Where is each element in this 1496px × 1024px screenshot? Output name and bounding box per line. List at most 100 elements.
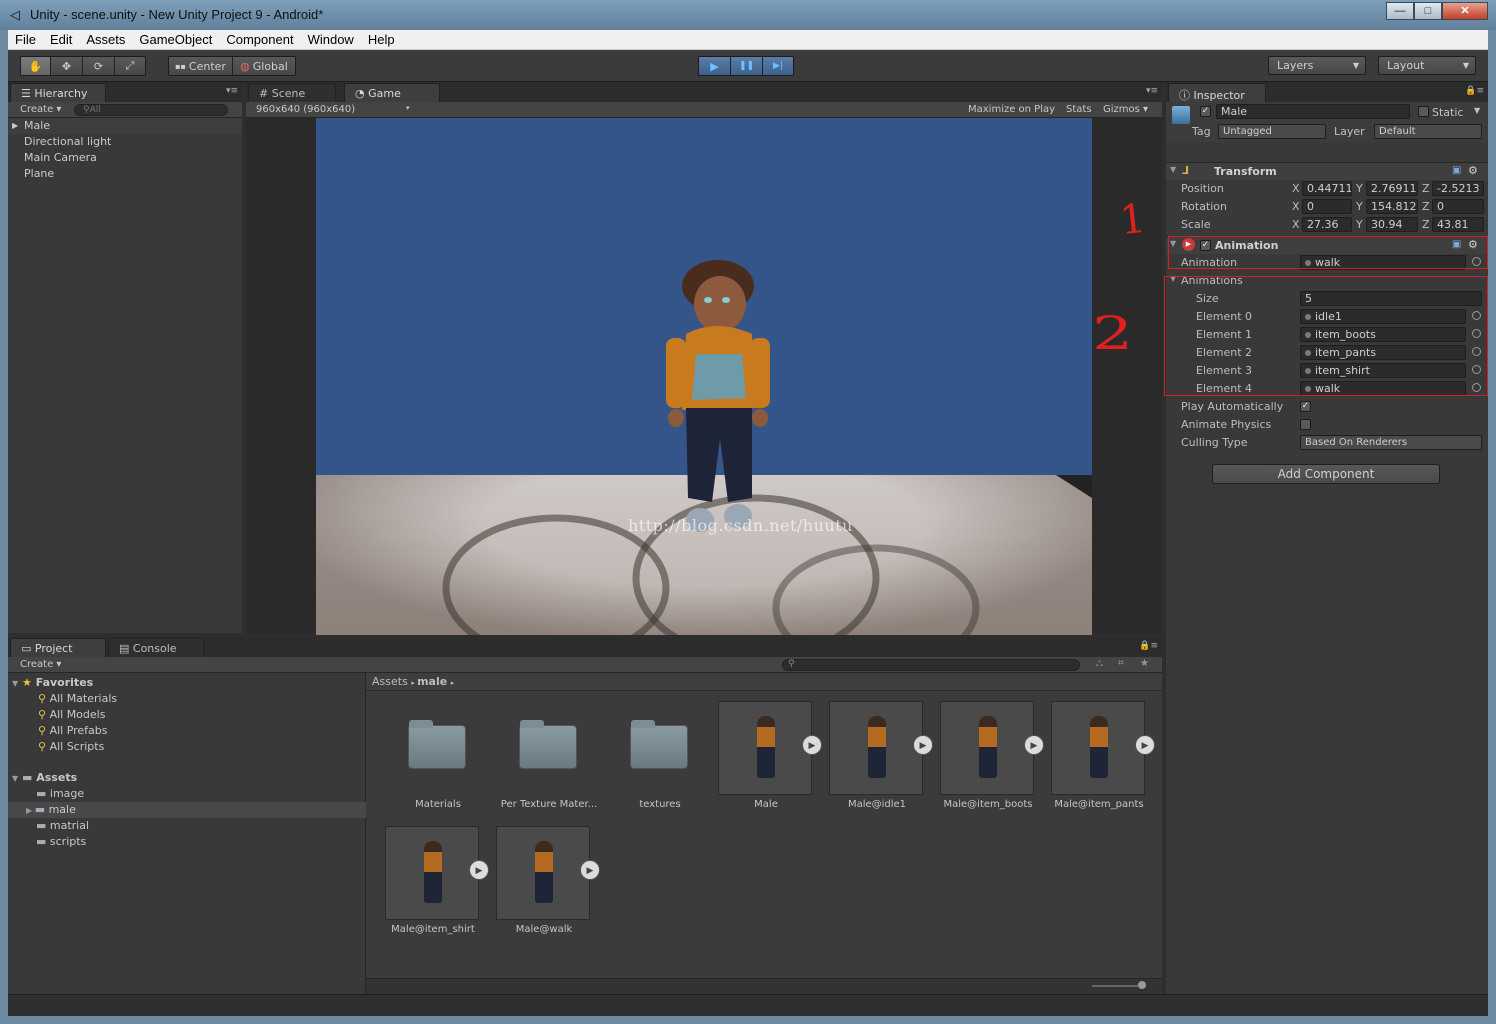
position-z-field[interactable]: -2.5213 <box>1432 181 1484 196</box>
asset-model-male-idle1[interactable]: ▶ Male@idle1 <box>829 701 940 821</box>
expand-play-icon[interactable]: ▶ <box>469 860 489 880</box>
tab-project[interactable]: ▭ Project <box>10 638 106 657</box>
menu-help[interactable]: Help <box>361 32 402 47</box>
asset-model-male[interactable]: ▶ Male <box>718 701 829 821</box>
step-button[interactable]: ▶| <box>763 57 793 75</box>
asset-folder-textures[interactable]: textures <box>612 701 723 821</box>
gizmos-dropdown[interactable]: Gizmos ▾ <box>1103 104 1148 115</box>
filter-type-icon[interactable]: ⛬ <box>1096 658 1103 669</box>
tag-dropdown[interactable]: Untagged <box>1218 124 1326 139</box>
asset-model-male-item-boots[interactable]: ▶ Male@item_boots <box>940 701 1051 821</box>
panel-menu-icon[interactable]: ▾≡ <box>226 86 238 96</box>
project-search-input[interactable]: ⚲ <box>782 659 1080 671</box>
position-x-field[interactable]: 0.44711 <box>1302 181 1352 196</box>
folder-scripts[interactable]: ▬ scripts <box>36 834 86 850</box>
asset-folder-per-texture-materials[interactable]: Per Texture Mater... <box>501 701 612 821</box>
game-viewport[interactable]: http://blog.csdn.net/huutu <box>246 118 1162 635</box>
hierarchy-item-directional-light[interactable]: Directional light <box>8 134 242 150</box>
expand-arrow-icon[interactable]: ▶ <box>12 118 18 134</box>
tab-inspector[interactable]: ⓘ Inspector <box>1168 83 1266 102</box>
animate-physics-checkbox[interactable] <box>1300 419 1311 430</box>
rotate-tool-icon[interactable]: ⟳ <box>83 57 115 75</box>
crumb-male[interactable]: male <box>417 675 447 688</box>
panel-menu-icon[interactable]: ▾≡ <box>1146 86 1158 96</box>
fav-all-materials[interactable]: ⚲ All Materials <box>38 691 117 707</box>
rotation-y-field[interactable]: 154.812 <box>1366 199 1418 214</box>
expand-play-icon[interactable]: ▶ <box>913 735 933 755</box>
tab-scene[interactable]: # Scene <box>248 83 336 102</box>
folder-image[interactable]: ▬ image <box>36 786 84 802</box>
add-component-button[interactable]: Add Component <box>1212 464 1440 484</box>
asset-folder-materials[interactable]: Materials <box>390 701 501 821</box>
menu-file[interactable]: File <box>8 32 43 47</box>
folder-matrial[interactable]: ▬ matrial <box>36 818 89 834</box>
fav-all-scripts[interactable]: ⚲ All Scripts <box>38 739 104 755</box>
menu-edit[interactable]: Edit <box>43 32 79 47</box>
maximize-on-play-toggle[interactable]: Maximize on Play <box>968 104 1055 115</box>
pivot-center-button[interactable]: ▪▪ Center <box>169 57 233 75</box>
rotation-x-field[interactable]: 0 <box>1302 199 1352 214</box>
foldout-arrow-icon[interactable]: ▼ <box>12 774 18 783</box>
create-dropdown[interactable]: Create ▾ <box>20 104 61 115</box>
menu-assets[interactable]: Assets <box>79 32 132 47</box>
resolution-dropdown[interactable]: 960x640 (960x640) ▾ <box>256 104 410 115</box>
asset-model-male-item-shirt[interactable]: ▶ Male@item_shirt <box>385 826 496 946</box>
active-checkbox[interactable]: ✓ <box>1200 106 1211 117</box>
expand-play-icon[interactable]: ▶ <box>802 735 822 755</box>
scale-y-field[interactable]: 30.94 <box>1366 217 1418 232</box>
minimize-button[interactable]: — <box>1386 2 1414 20</box>
layers-dropdown[interactable]: Layers ▼ <box>1268 56 1366 75</box>
expand-play-icon[interactable]: ▶ <box>1135 735 1155 755</box>
menu-window[interactable]: Window <box>301 32 361 47</box>
foldout-arrow-icon[interactable]: ▼ <box>1170 165 1176 174</box>
label-tag-icon[interactable]: ⌗ <box>1118 658 1124 669</box>
gear-icon[interactable]: ⚙ <box>1468 164 1478 177</box>
help-book-icon[interactable]: ▣ <box>1452 165 1461 176</box>
panel-menu-icon[interactable]: 🔒≡ <box>1465 86 1484 96</box>
expand-play-icon[interactable]: ▶ <box>580 860 600 880</box>
space-global-button[interactable]: ◍ Global <box>233 57 295 75</box>
panel-menu-icon[interactable]: 🔒≡ <box>1139 641 1158 651</box>
slider-thumb[interactable] <box>1138 981 1146 989</box>
asset-model-male-walk[interactable]: ▶ Male@walk <box>496 826 607 946</box>
hierarchy-item-main-camera[interactable]: Main Camera <box>8 150 242 166</box>
crumb-assets[interactable]: Assets <box>372 675 408 688</box>
scale-z-field[interactable]: 43.81 <box>1432 217 1484 232</box>
hierarchy-item-male[interactable]: ▶ Male <box>8 118 242 134</box>
layout-dropdown[interactable]: Layout ▼ <box>1378 56 1476 75</box>
transform-header[interactable]: ▼ ⅃ Transform ▣ ⚙ <box>1166 162 1488 180</box>
pause-button[interactable]: ❚❚ <box>731 57 763 75</box>
favorite-star-icon[interactable]: ★ <box>1140 658 1149 669</box>
assets-section[interactable]: ▼ ▬ Assets <box>12 770 77 786</box>
favorites-section[interactable]: ▼ ★ Favorites <box>12 675 93 691</box>
fav-all-prefabs[interactable]: ⚲ All Prefabs <box>38 723 108 739</box>
folder-male[interactable]: ▶ ▬ male <box>26 802 76 818</box>
asset-model-male-item-pants[interactable]: ▶ Male@item_pants <box>1051 701 1162 821</box>
static-dropdown-arrow-icon[interactable]: ▼ <box>1474 106 1480 115</box>
expand-arrow-icon[interactable]: ▶ <box>26 806 35 815</box>
culling-type-dropdown[interactable]: Based On Renderers <box>1300 435 1482 450</box>
project-create-dropdown[interactable]: Create ▾ <box>20 659 61 670</box>
maximize-button[interactable]: □ <box>1414 2 1442 20</box>
move-tool-icon[interactable]: ✥ <box>51 57 83 75</box>
tab-hierarchy[interactable]: ☰ Hierarchy <box>10 83 106 102</box>
hierarchy-search-input[interactable]: ⚲All <box>74 104 228 116</box>
scale-tool-icon[interactable]: ⤢ <box>115 57 145 75</box>
tab-game[interactable]: ◔ Game <box>344 83 440 102</box>
rotation-z-field[interactable]: 0 <box>1432 199 1484 214</box>
tab-console[interactable]: ▤ Console <box>108 638 204 657</box>
close-button[interactable]: ✕ <box>1442 2 1488 20</box>
play-button[interactable]: ▶ <box>699 57 731 75</box>
menu-component[interactable]: Component <box>219 32 300 47</box>
hand-tool-icon[interactable]: ✋ <box>21 57 51 75</box>
play-automatically-checkbox[interactable]: ✓ <box>1300 401 1311 412</box>
hierarchy-item-plane[interactable]: Plane <box>8 166 242 182</box>
stats-toggle[interactable]: Stats <box>1066 104 1092 115</box>
position-y-field[interactable]: 2.76911 <box>1366 181 1418 196</box>
scale-x-field[interactable]: 27.36 <box>1302 217 1352 232</box>
expand-play-icon[interactable]: ▶ <box>1024 735 1044 755</box>
object-name-field[interactable]: Male <box>1216 104 1410 119</box>
fav-all-models[interactable]: ⚲ All Models <box>38 707 105 723</box>
layer-dropdown[interactable]: Default <box>1374 124 1482 139</box>
foldout-arrow-icon[interactable]: ▼ <box>12 679 18 688</box>
